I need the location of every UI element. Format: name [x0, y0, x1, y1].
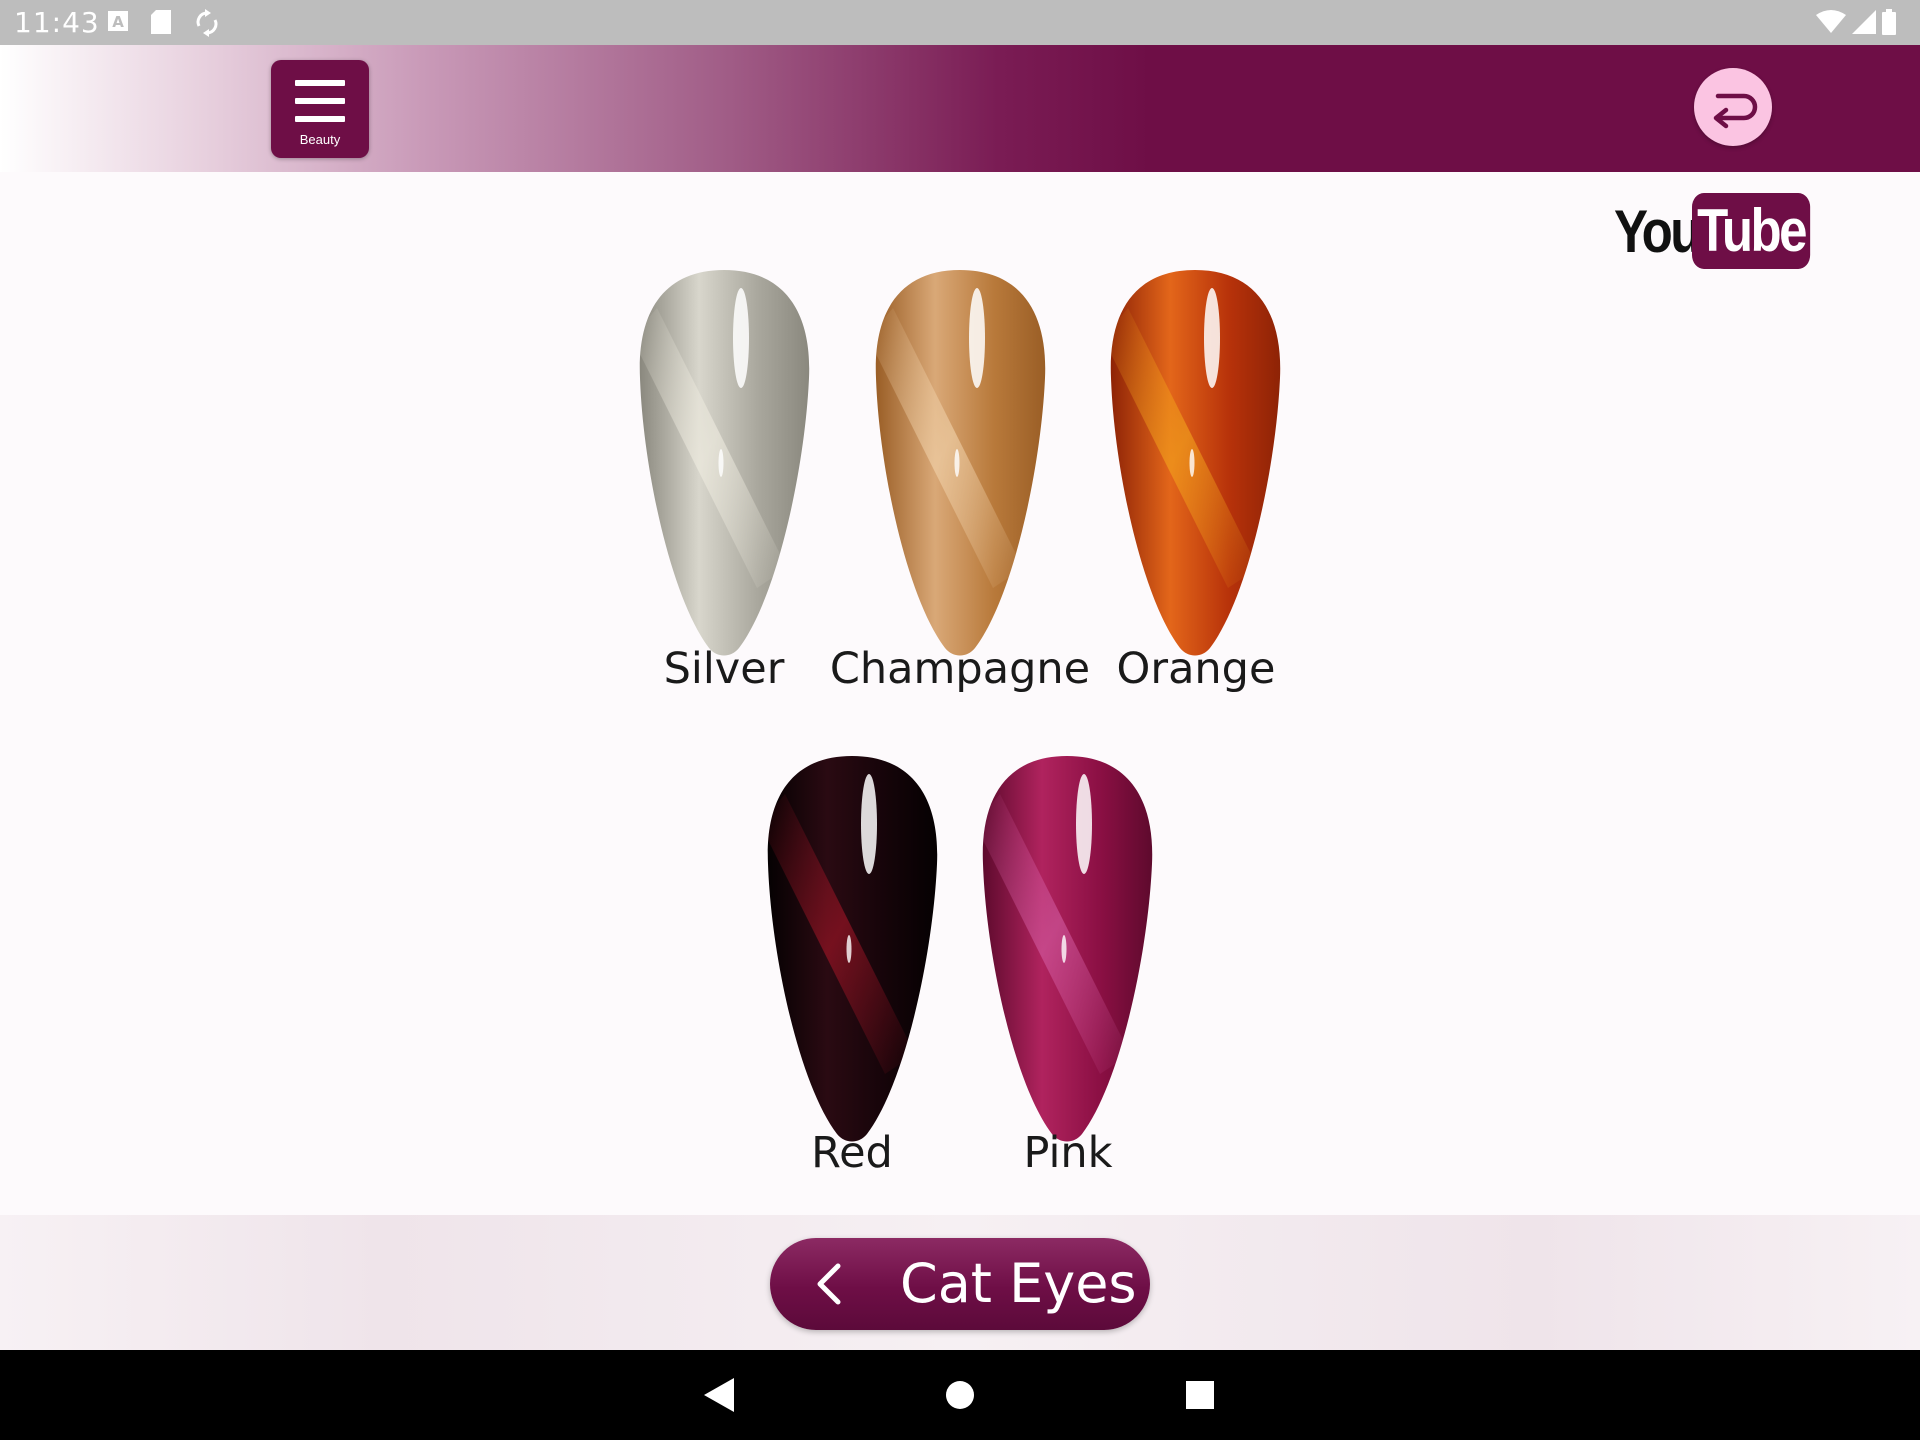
youtube-logo[interactable]: You Tube	[1614, 192, 1831, 270]
status-bar: 11:43 A	[0, 0, 1920, 45]
menu-label: Beauty	[299, 132, 341, 147]
category-back-button[interactable]: Cat Eyes	[770, 1238, 1150, 1330]
sync-icon	[196, 9, 218, 37]
swatch-label: Orange	[1116, 644, 1276, 694]
youtube-you-text: You	[1614, 197, 1701, 265]
text-box-icon: A	[108, 11, 128, 31]
category-title: Cat Eyes	[900, 1252, 1137, 1315]
hamburger-icon	[295, 116, 345, 122]
nail-swatch-silver[interactable]	[637, 268, 812, 658]
menu-button[interactable]: Beauty	[271, 60, 369, 158]
nail-swatch-champagne[interactable]	[873, 268, 1048, 658]
nail-swatch-pink[interactable]	[980, 754, 1155, 1144]
nav-recents-icon[interactable]	[1186, 1381, 1214, 1409]
nail-shape	[982, 756, 1153, 1142]
nail-swatch-red[interactable]	[765, 754, 940, 1144]
battery-icon	[1882, 9, 1896, 35]
svg-text:A: A	[112, 13, 124, 31]
return-button[interactable]	[1694, 68, 1772, 146]
nail-swatch-orange[interactable]	[1108, 268, 1283, 658]
hamburger-icon	[295, 98, 345, 104]
nail-shape	[639, 270, 810, 656]
nail-shape	[875, 270, 1046, 656]
status-time: 11:43	[14, 6, 100, 39]
youtube-tube-text: Tube	[1692, 193, 1811, 269]
return-arrow-icon	[1713, 93, 1758, 129]
swatch-label: Pink	[1023, 1128, 1113, 1178]
system-nav-bar	[0, 1350, 1920, 1440]
nail-shape	[1110, 270, 1281, 656]
nail-shape	[767, 756, 938, 1142]
hamburger-icon	[295, 80, 345, 86]
wifi-icon	[1816, 10, 1846, 33]
chevron-left-icon	[817, 1263, 841, 1305]
nav-back-icon[interactable]	[704, 1378, 734, 1412]
signal-icon	[1852, 10, 1876, 34]
nav-home-icon[interactable]	[945, 1380, 975, 1410]
sd-card-icon	[151, 10, 171, 34]
